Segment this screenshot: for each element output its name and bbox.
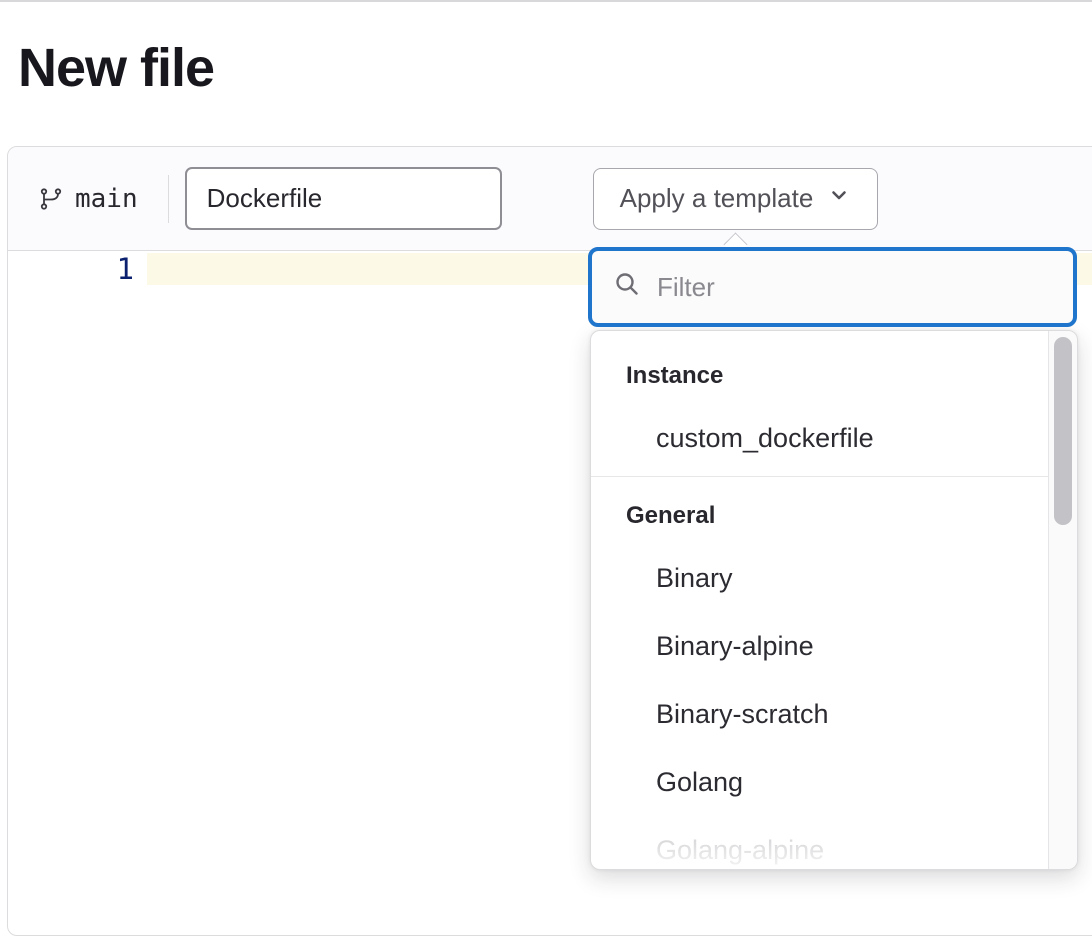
template-item[interactable]: Binary bbox=[591, 544, 1048, 612]
template-item[interactable]: Golang bbox=[591, 748, 1048, 816]
template-filter-box bbox=[588, 247, 1077, 327]
apply-template-button[interactable]: Apply a template bbox=[593, 168, 879, 230]
git-branch-icon bbox=[39, 187, 63, 211]
group-header-general: General bbox=[591, 503, 1048, 529]
template-item[interactable]: Binary-alpine bbox=[591, 612, 1048, 680]
editor-toolbar: main Apply a template bbox=[8, 147, 1092, 251]
template-item[interactable]: custom_dockerfile bbox=[591, 404, 1048, 472]
apply-template-label: Apply a template bbox=[620, 183, 814, 214]
template-item[interactable]: Golang-alpine bbox=[591, 816, 1048, 869]
template-list: Instance custom_dockerfile General Binar… bbox=[591, 331, 1048, 869]
branch-name: main bbox=[75, 184, 138, 214]
toolbar-divider bbox=[168, 175, 169, 223]
template-dropdown-panel: Instance custom_dockerfile General Binar… bbox=[590, 330, 1078, 870]
page-title: New file bbox=[18, 38, 214, 98]
group-header-instance: Instance bbox=[591, 363, 1048, 389]
group-divider bbox=[591, 476, 1048, 477]
branch-indicator: main bbox=[39, 184, 138, 214]
chevron-down-icon bbox=[827, 183, 851, 214]
template-item[interactable]: Binary-scratch bbox=[591, 680, 1048, 748]
scrollbar-thumb[interactable] bbox=[1054, 337, 1072, 525]
dropdown-scrollbar[interactable] bbox=[1048, 331, 1077, 869]
template-filter-input[interactable] bbox=[657, 272, 1037, 303]
filename-input[interactable] bbox=[185, 167, 502, 230]
top-divider bbox=[0, 0, 1092, 2]
line-number: 1 bbox=[94, 253, 134, 285]
search-icon bbox=[614, 271, 641, 303]
